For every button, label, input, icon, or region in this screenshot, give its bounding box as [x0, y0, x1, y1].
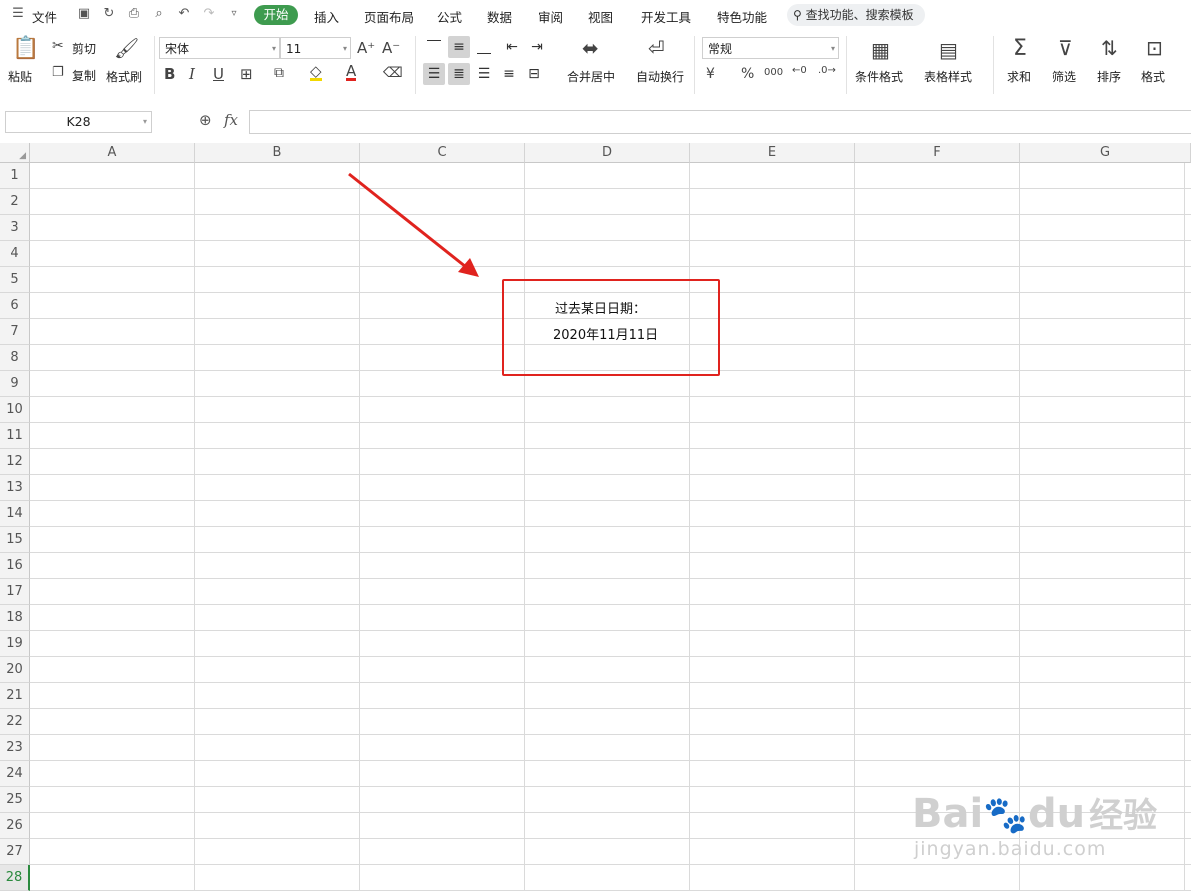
- arrow-head: [458, 258, 479, 277]
- paw-icon: 🐾: [983, 795, 1029, 836]
- arrow-shaft: [348, 172, 467, 269]
- watermark-url: jingyan.baidu.com: [914, 838, 1107, 860]
- watermark-brand2: du: [1028, 791, 1086, 837]
- watermark-product: 经验: [1089, 796, 1158, 836]
- watermark-brand: Bai: [912, 791, 984, 837]
- annotation-arrow: [348, 172, 479, 277]
